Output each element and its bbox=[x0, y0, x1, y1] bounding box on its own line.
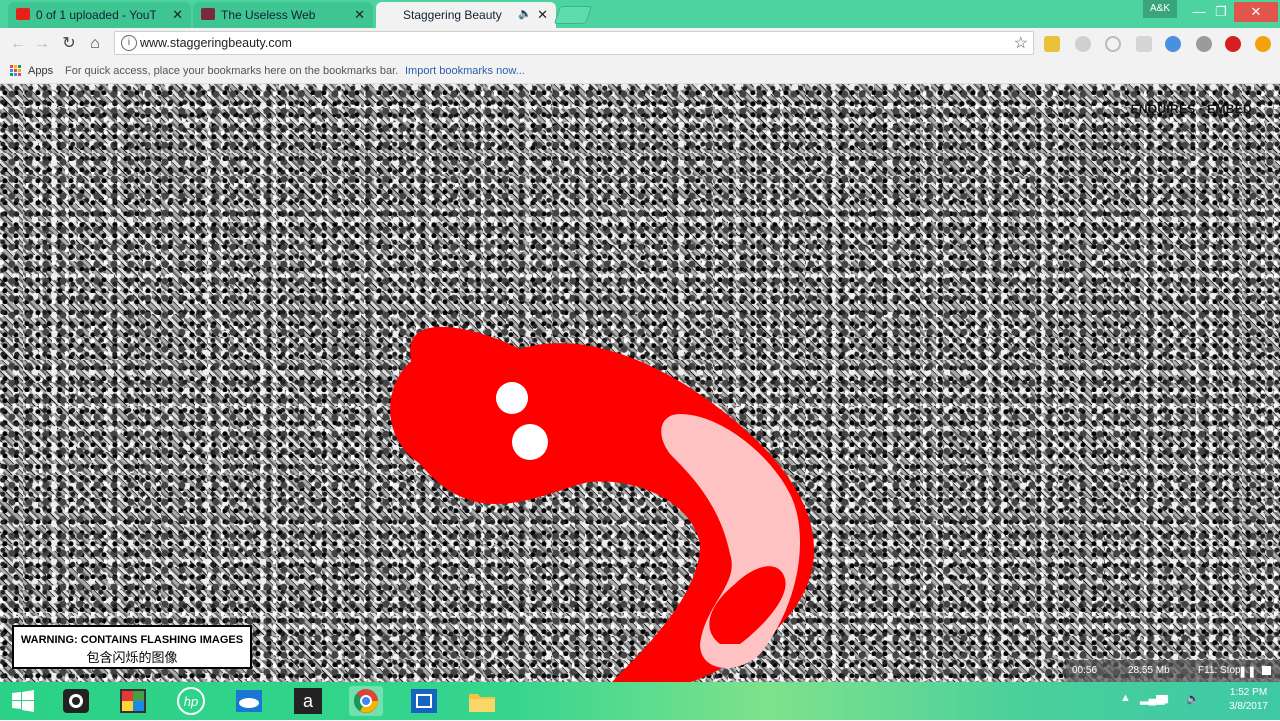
youtube-icon bbox=[16, 8, 30, 20]
tab-label: The Useless Web bbox=[221, 8, 316, 22]
page-content: ENQUIRES · EMBED WARNING: CONTAINS FLASH… bbox=[0, 84, 1280, 682]
recorder-stop[interactable]: F11: Stop bbox=[1198, 665, 1241, 676]
profile-button[interactable]: A&K bbox=[1143, 0, 1177, 18]
import-bookmarks-link[interactable]: Import bookmarks now... bbox=[405, 65, 525, 77]
recorder-bar: 00:56 28.55 Mb F11: Stop ❚❚ bbox=[1066, 660, 1280, 682]
camera-app-icon[interactable] bbox=[59, 686, 93, 716]
svg-text:a: a bbox=[303, 691, 314, 711]
bookmarks-bar: Apps For quick access, place your bookma… bbox=[0, 60, 1280, 84]
extension-icon[interactable] bbox=[1044, 36, 1060, 52]
worm-eye-lower bbox=[512, 424, 548, 460]
info-icon[interactable]: i bbox=[121, 35, 137, 51]
address-bar[interactable]: i www.staggeringbeauty.com ☆ bbox=[114, 31, 1034, 55]
bookmark-star-icon[interactable]: ☆ bbox=[1014, 33, 1028, 53]
back-button[interactable]: ← bbox=[8, 34, 28, 54]
amazon-icon[interactable]: a bbox=[291, 686, 325, 716]
worm-eye-upper bbox=[496, 382, 528, 414]
start-button[interactable] bbox=[6, 686, 40, 716]
useless-web-icon bbox=[201, 8, 215, 20]
paint-app-icon[interactable] bbox=[116, 686, 150, 716]
recorder-size: 28.55 Mb bbox=[1128, 665, 1170, 676]
clock-date: 3/8/2017 bbox=[1229, 701, 1268, 712]
flashing-warning: WARNING: CONTAINS FLASHING IMAGES 包含闪烁的图… bbox=[12, 625, 252, 669]
close-icon[interactable]: ✕ bbox=[172, 7, 183, 23]
close-icon[interactable]: ✕ bbox=[537, 7, 548, 23]
file-explorer-icon[interactable] bbox=[465, 686, 499, 716]
taskbar: hp a ▲ ▂▄▆ ▮ 🔈 1:52 PM 3/8/2017 bbox=[0, 682, 1280, 720]
hp-icon[interactable]: hp bbox=[174, 686, 208, 716]
network-icon[interactable]: ▂▄▆ bbox=[1140, 692, 1165, 705]
tab-youtube[interactable]: 0 of 1 uploaded - YouTu ✕ bbox=[8, 2, 191, 28]
apps-link[interactable]: Apps bbox=[28, 65, 53, 77]
tab-label: 0 of 1 uploaded - YouTu bbox=[36, 8, 156, 22]
worm-creature[interactable] bbox=[0, 84, 1280, 682]
reload-button[interactable]: ↻ bbox=[59, 34, 79, 54]
url-text[interactable]: www.staggeringbeauty.com bbox=[140, 36, 292, 50]
system-clock[interactable]: 1:52 PM 3/8/2017 bbox=[1229, 686, 1268, 714]
close-icon[interactable]: ✕ bbox=[354, 7, 365, 23]
tray-chevron-icon[interactable]: ▲ bbox=[1120, 692, 1131, 704]
grid-extension-icon[interactable] bbox=[1136, 36, 1152, 52]
screenshot-tool-icon[interactable] bbox=[407, 686, 441, 716]
warning-chinese: 包含闪烁的图像 bbox=[86, 650, 178, 665]
window-close-button[interactable]: ✕ bbox=[1234, 2, 1278, 22]
volume-icon[interactable]: 🔈 bbox=[1186, 692, 1200, 705]
maximize-button[interactable]: ❐ bbox=[1208, 2, 1234, 22]
settings-extension-icon[interactable] bbox=[1075, 36, 1091, 52]
stop-icon[interactable] bbox=[1262, 666, 1271, 675]
apps-grid-icon[interactable] bbox=[10, 65, 22, 77]
pin-extension-icon[interactable] bbox=[1196, 36, 1212, 52]
tab-label: Staggering Beauty bbox=[403, 8, 502, 22]
svg-text:hp: hp bbox=[184, 694, 198, 709]
speaker-icon[interactable]: 🔈 bbox=[518, 7, 532, 20]
chrome-extension-icon[interactable] bbox=[1165, 36, 1181, 52]
home-button[interactable]: ⌂ bbox=[85, 34, 105, 54]
circle-extension-icon[interactable] bbox=[1105, 36, 1121, 52]
forward-button[interactable]: → bbox=[32, 34, 52, 54]
tab-useless-web[interactable]: The Useless Web ✕ bbox=[193, 2, 373, 28]
onedrive-icon[interactable] bbox=[232, 686, 266, 716]
title-bar: 0 of 1 uploaded - YouTu ✕ The Useless We… bbox=[0, 0, 1280, 28]
pause-icon[interactable]: ❚❚ bbox=[1238, 665, 1256, 678]
adblock-icon[interactable] bbox=[1225, 36, 1241, 52]
recorder-time: 00:56 bbox=[1072, 665, 1098, 676]
chrome-icon[interactable] bbox=[349, 686, 383, 716]
tab-staggering-beauty[interactable]: Staggering Beauty 🔈 ✕ bbox=[376, 2, 556, 28]
new-tab-button[interactable] bbox=[553, 6, 593, 24]
menu-icon[interactable] bbox=[1255, 36, 1271, 52]
warning-english: WARNING: CONTAINS FLASHING IMAGES bbox=[20, 634, 244, 646]
battery-icon[interactable]: ▮ bbox=[1163, 692, 1169, 705]
clock-time: 1:52 PM bbox=[1229, 687, 1268, 698]
bookmarks-hint: For quick access, place your bookmarks h… bbox=[65, 65, 399, 77]
